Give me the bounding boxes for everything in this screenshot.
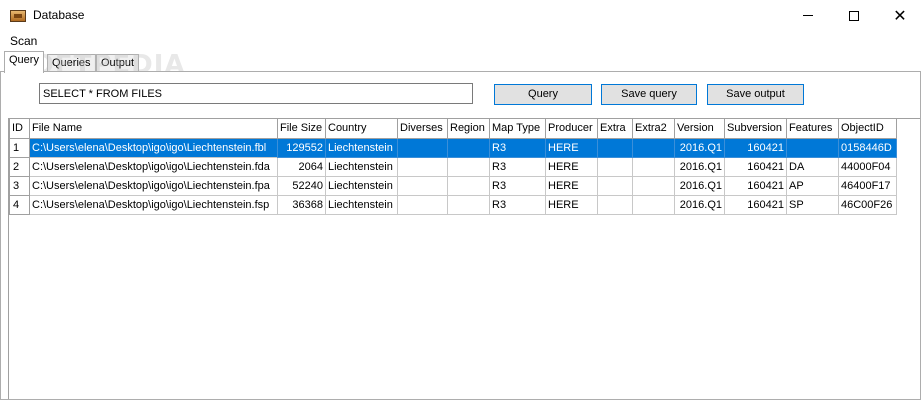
column-header-country[interactable]: Country [325,119,398,139]
menu-item-scan[interactable]: Scan [10,34,37,48]
title-bar: Database ✕ [0,0,923,31]
cell-version[interactable]: 2016.Q1 [674,137,725,158]
cell-extra[interactable] [597,156,633,177]
table-row[interactable]: 4 C:\Users\elena\Desktop\igo\igo\Liechte… [9,194,897,215]
save-output-button[interactable]: Save output [707,84,804,105]
cell-region[interactable] [447,156,490,177]
cell-file-size[interactable]: 129552 [277,137,326,158]
tab-query[interactable]: Query [4,51,44,73]
cell-objectid[interactable]: 0158446D [838,137,897,158]
column-header-map-type[interactable]: Map Type [489,119,546,139]
cell-country[interactable]: Liechtenstein [325,137,398,158]
cell-map-type[interactable]: R3 [489,175,546,196]
close-button[interactable]: ✕ [877,0,923,31]
cell-file-name[interactable]: C:\Users\elena\Desktop\igo\igo\Liechtens… [29,137,278,158]
cell-extra2[interactable] [632,156,675,177]
cell-region[interactable] [447,137,490,158]
cell-subversion[interactable]: 160421 [724,156,787,177]
minimize-button[interactable] [785,0,831,31]
cell-extra2[interactable] [632,137,675,158]
column-header-file-size[interactable]: File Size [277,119,326,139]
results-table: ID File Name File Size Country Diverses … [9,119,897,215]
cell-subversion[interactable]: 160421 [724,194,787,215]
column-header-objectid[interactable]: ObjectID [838,119,897,139]
tab-output[interactable]: Output [96,54,140,72]
cell-map-type[interactable]: R3 [489,156,546,177]
column-header-diverses[interactable]: Diverses [397,119,448,139]
database-app-icon [10,10,26,22]
row-id-cell[interactable]: 4 [9,194,30,215]
cell-file-name[interactable]: C:\Users\elena\Desktop\igo\igo\Liechtens… [29,194,278,215]
cell-objectid[interactable]: 46C00F26 [838,194,897,215]
column-header-subversion[interactable]: Subversion [724,119,787,139]
maximize-icon [849,10,859,21]
cell-region[interactable] [447,175,490,196]
column-header-region[interactable]: Region [447,119,490,139]
cell-subversion[interactable]: 160421 [724,175,787,196]
cell-diverses[interactable] [397,156,448,177]
cell-map-type[interactable]: R3 [489,137,546,158]
cell-map-type[interactable]: R3 [489,194,546,215]
table-row[interactable]: 1 C:\Users\elena\Desktop\igo\igo\Liechte… [9,137,897,158]
cell-extra2[interactable] [632,175,675,196]
table-row[interactable]: 2 C:\Users\elena\Desktop\igo\igo\Liechte… [9,156,897,177]
column-header-file-name[interactable]: File Name [29,119,278,139]
column-header-id[interactable]: ID [9,119,30,139]
cell-producer[interactable]: HERE [545,137,598,158]
cell-producer[interactable]: HERE [545,175,598,196]
tab-queries[interactable]: Queries [47,54,96,72]
table-row[interactable]: 3 C:\Users\elena\Desktop\igo\igo\Liechte… [9,175,897,196]
cell-features[interactable]: DA [786,156,839,177]
column-header-extra[interactable]: Extra [597,119,633,139]
cell-extra2[interactable] [632,194,675,215]
cell-version[interactable]: 2016.Q1 [674,156,725,177]
cell-features[interactable]: AP [786,175,839,196]
cell-country[interactable]: Liechtenstein [325,156,398,177]
cell-country[interactable]: Liechtenstein [325,194,398,215]
column-header-version[interactable]: Version [674,119,725,139]
cell-file-size[interactable]: 36368 [277,194,326,215]
window-title: Database [33,8,85,22]
column-header-features[interactable]: Features [786,119,839,139]
query-panel: Query Save query Save output ID File Nam… [0,71,921,400]
row-id-cell[interactable]: 3 [9,175,30,196]
cell-diverses[interactable] [397,175,448,196]
query-input[interactable] [39,83,473,104]
cell-producer[interactable]: HERE [545,194,598,215]
row-id-cell[interactable]: 1 [9,137,30,158]
cell-file-size[interactable]: 52240 [277,175,326,196]
query-button[interactable]: Query [494,84,592,105]
cell-version[interactable]: 2016.Q1 [674,194,725,215]
cell-diverses[interactable] [397,137,448,158]
row-id-cell[interactable]: 2 [9,156,30,177]
cell-features[interactable] [786,137,839,158]
minimize-icon [803,15,813,16]
column-header-producer[interactable]: Producer [545,119,598,139]
cell-objectid[interactable]: 46400F17 [838,175,897,196]
close-icon: ✕ [893,5,907,25]
cell-file-name[interactable]: C:\Users\elena\Desktop\igo\igo\Liechtens… [29,156,278,177]
cell-version[interactable]: 2016.Q1 [674,175,725,196]
maximize-button[interactable] [831,0,877,31]
cell-producer[interactable]: HERE [545,156,598,177]
cell-extra[interactable] [597,194,633,215]
cell-file-size[interactable]: 2064 [277,156,326,177]
cell-region[interactable] [447,194,490,215]
column-header-extra2[interactable]: Extra2 [632,119,675,139]
cell-file-name[interactable]: C:\Users\elena\Desktop\igo\igo\Liechtens… [29,175,278,196]
cell-features[interactable]: SP [786,194,839,215]
tab-strip: Query Queries Output [0,51,923,73]
results-grid[interactable]: ID File Name File Size Country Diverses … [8,118,920,399]
cell-country[interactable]: Liechtenstein [325,175,398,196]
cell-extra[interactable] [597,175,633,196]
cell-subversion[interactable]: 160421 [724,137,787,158]
cell-extra[interactable] [597,137,633,158]
save-query-button[interactable]: Save query [601,84,697,105]
cell-diverses[interactable] [397,194,448,215]
cell-objectid[interactable]: 44000F04 [838,156,897,177]
menu-bar: Scan [0,31,923,51]
header-row: ID File Name File Size Country Diverses … [9,119,897,139]
